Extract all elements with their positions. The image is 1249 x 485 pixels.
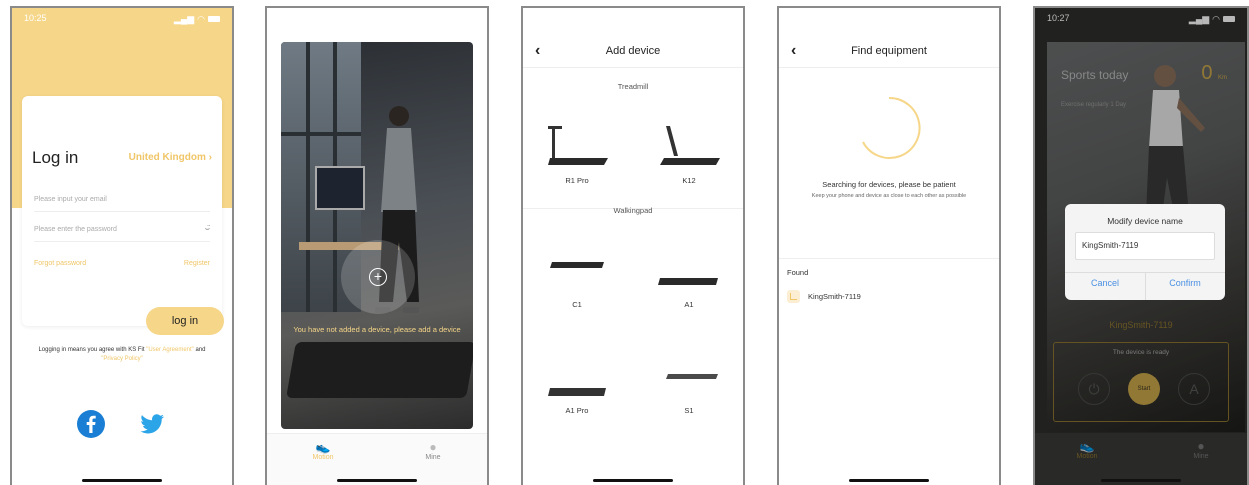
wifi-icon: ◠ <box>197 13 205 24</box>
walkingpad-c1-image <box>550 262 604 268</box>
device-label: A1 <box>684 300 694 309</box>
agreement-text: Logging in means you agree with KS Fit "… <box>20 346 224 364</box>
hint-text: Keep your phone and device as close to e… <box>811 193 967 199</box>
device-r1-pro[interactable]: R1 Pro <box>537 118 617 198</box>
password-placeholder: Please enter the password <box>34 226 117 233</box>
no-device-message: You have not added a device, please add … <box>293 325 461 334</box>
found-device-name: KingSmith-7119 <box>808 292 861 301</box>
device-label: R1 Pro <box>565 176 589 185</box>
plus-icon: + <box>369 268 387 286</box>
login-button[interactable]: log in <box>146 307 224 335</box>
device-label: C1 <box>572 300 582 309</box>
forgot-password-link[interactable]: Forgot password <box>34 260 86 267</box>
device-icon <box>787 290 800 303</box>
device-a1-pro[interactable]: A1 Pro <box>537 384 617 424</box>
window-frame <box>281 132 361 136</box>
confirm-button[interactable]: Confirm <box>1145 278 1225 288</box>
cancel-button[interactable]: Cancel <box>1065 278 1145 288</box>
login-screen: 10:25 ▂▄▆ ◠ Log in United Kingdom › Plea… <box>10 6 234 485</box>
device-name-input[interactable]: KingSmith-7119 <box>1075 232 1215 260</box>
window-frame <box>306 42 310 312</box>
status-time: 10:25 <box>24 13 47 23</box>
chevron-right-icon: › <box>208 152 212 163</box>
register-link[interactable]: Register <box>184 260 210 267</box>
divider <box>779 258 999 259</box>
add-device-screen: ‹ Add device Treadmill R1 Pro K12 Walkin… <box>521 6 745 485</box>
agreement-prefix: Logging in means you agree with KS Fit <box>38 347 145 353</box>
password-input[interactable]: Please enter the password ⌣̈ <box>34 224 210 242</box>
tab-motion[interactable]: 👟 Motion <box>293 440 353 461</box>
tab-bar: 👟 Motion ● Mine <box>267 433 487 485</box>
monitor-image <box>315 166 365 210</box>
device-label: K12 <box>682 176 696 185</box>
section-walkingpad: Walkingpad <box>613 206 653 215</box>
shoe-icon: 👟 <box>315 440 331 454</box>
page-title: Add device <box>605 45 661 57</box>
section-treadmill: Treadmill <box>617 82 649 91</box>
facebook-icon[interactable] <box>77 410 105 438</box>
email-placeholder: Please input your email <box>34 196 107 203</box>
tab-motion-label: Motion <box>312 454 334 461</box>
user-agreement-link[interactable]: "User Agreement" <box>146 347 194 353</box>
hero-image: + You have not added a device, please ad… <box>281 42 473 429</box>
device-k12[interactable]: K12 <box>649 118 729 198</box>
country-selector[interactable]: United Kingdom › <box>129 152 212 163</box>
walkingpad-a1-pro-image <box>548 388 606 396</box>
battery-icon <box>208 16 220 22</box>
nav-bar: ‹ Find equipment <box>779 38 999 68</box>
home-indicator <box>1101 479 1181 482</box>
signal-icons: ▂▄▆ ◠ <box>174 13 220 25</box>
found-device-item[interactable]: KingSmith-7119 <box>787 290 861 303</box>
country-label: United Kingdom <box>128 152 206 163</box>
twitter-icon[interactable] <box>138 410 166 438</box>
home-indicator <box>593 479 673 482</box>
found-label: Found <box>787 268 809 277</box>
treadmill-r1-image <box>548 126 608 165</box>
person-icon: ● <box>429 440 437 454</box>
dialog-title: Modify device name <box>1107 216 1183 226</box>
add-device-button[interactable]: + <box>341 240 415 314</box>
tab-mine-label: Mine <box>425 454 441 461</box>
treadmill-image <box>286 342 473 398</box>
nav-bar: ‹ Add device <box>523 38 743 68</box>
agreement-and: and <box>195 347 206 353</box>
treadmill-k12-image <box>660 126 720 165</box>
tab-mine[interactable]: ● Mine <box>403 440 463 461</box>
login-card: Log in United Kingdom › Please input you… <box>22 96 222 326</box>
device-c1[interactable]: C1 <box>537 256 617 316</box>
device-label: S1 <box>684 406 694 415</box>
home-indicator <box>337 479 417 482</box>
walkingpad-a1-image <box>658 278 718 285</box>
loading-spinner <box>862 96 921 159</box>
find-equipment-screen: ‹ Find equipment Searching for devices, … <box>777 6 1001 485</box>
modify-name-dialog: Modify device name KingSmith-7119 Cancel… <box>1065 204 1225 300</box>
walkingpad-s1-image <box>666 374 718 379</box>
device-a1[interactable]: A1 <box>649 272 729 332</box>
device-label: A1 Pro <box>565 406 589 415</box>
searching-text: Searching for devices, please be patient <box>822 180 956 189</box>
email-input[interactable]: Please input your email <box>34 196 210 212</box>
eye-closed-icon[interactable]: ⌣̈ <box>205 224 210 234</box>
page-title: Log in <box>32 148 79 167</box>
device-s1[interactable]: S1 <box>649 368 729 418</box>
privacy-policy-link[interactable]: "Privacy Policy" <box>101 356 143 362</box>
signal-icon: ▂▄▆ <box>173 13 195 24</box>
home-indicator <box>849 479 929 482</box>
device-home-screen: 10:27 ▂▄▆ ◠ Sports today 0 Km Exercise r… <box>1033 6 1249 485</box>
motion-screen: + You have not added a device, please ad… <box>265 6 489 485</box>
home-indicator <box>82 479 162 482</box>
status-bar: 10:25 ▂▄▆ ◠ <box>12 8 232 30</box>
page-title: Find equipment <box>851 45 927 57</box>
